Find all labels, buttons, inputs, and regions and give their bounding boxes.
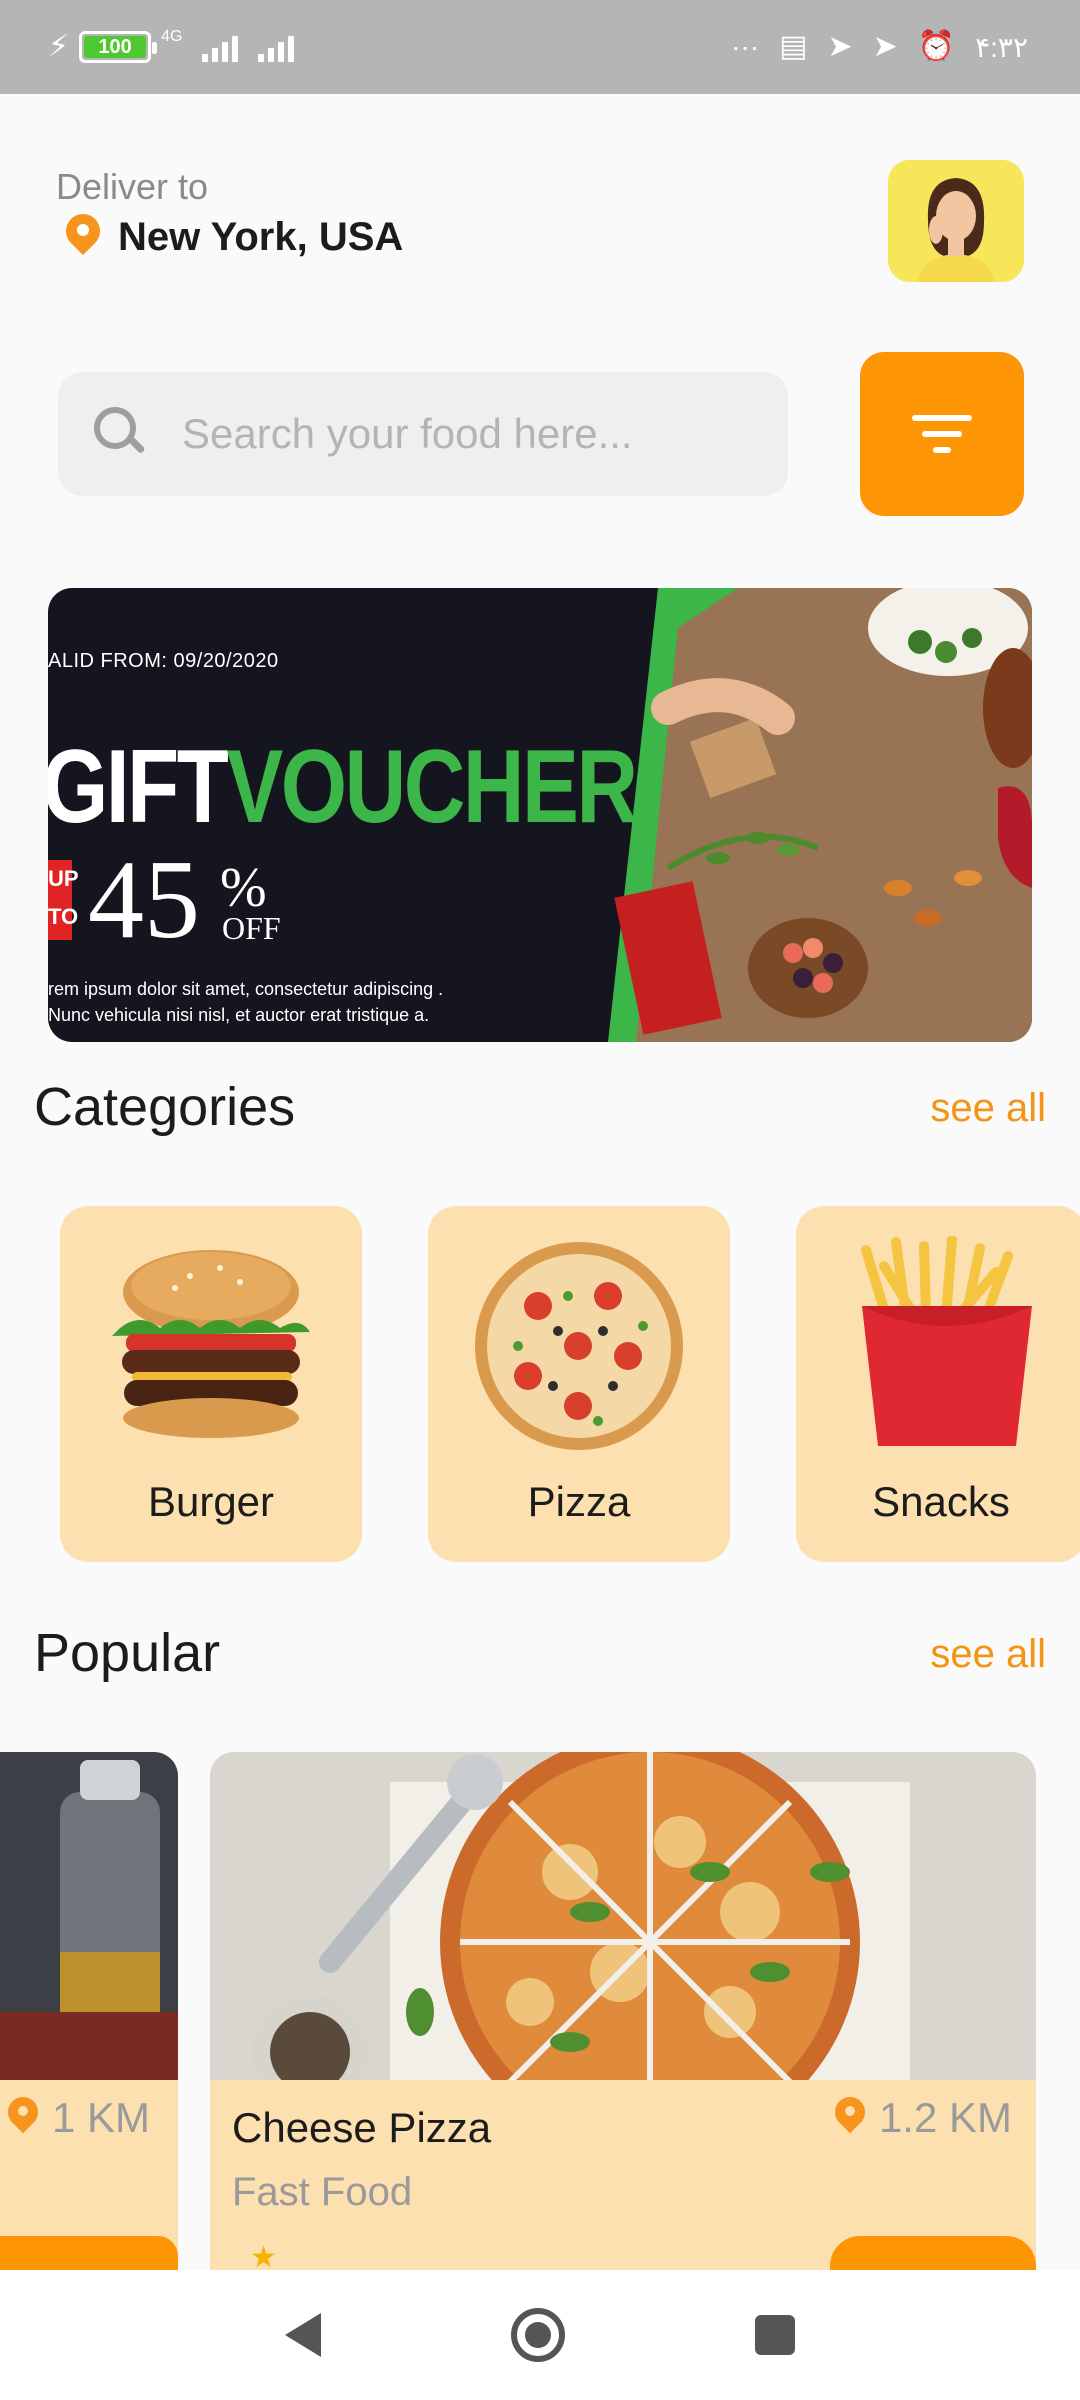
popular-item-name: Cheese Pizza bbox=[232, 2104, 492, 2151]
avatar-image bbox=[888, 160, 1024, 282]
banner-title: GIFTVOUCHER bbox=[48, 728, 638, 847]
categories-title: Categories bbox=[34, 1077, 296, 1137]
location-text: New York, USA bbox=[118, 214, 404, 259]
category-pizza[interactable]: Pizza bbox=[428, 1206, 730, 1562]
charging-icon: ⚡ bbox=[48, 30, 70, 63]
filter-button[interactable] bbox=[860, 352, 1024, 516]
banner-tag: UP TO bbox=[48, 860, 79, 940]
network-type: 4G bbox=[161, 28, 183, 45]
distance-text: 1.2 KM bbox=[878, 2094, 1012, 2141]
search-bar[interactable] bbox=[58, 372, 788, 496]
signal-icon bbox=[202, 32, 239, 62]
alarm-icon: ⏰ bbox=[917, 30, 956, 63]
avatar[interactable] bbox=[888, 160, 1024, 282]
location-selector[interactable]: New York, USA bbox=[66, 214, 403, 260]
category-label: Pizza bbox=[527, 1478, 631, 1525]
banner-discount: 45 bbox=[88, 838, 200, 962]
banner-description: rem ipsum dolor sit amet, consectetur ad… bbox=[48, 979, 444, 1025]
filter-icon bbox=[912, 415, 972, 421]
popular-item[interactable]: 1 KM bbox=[0, 1752, 178, 2272]
category-snacks[interactable]: Snacks bbox=[796, 1206, 1080, 1562]
signal-icon bbox=[258, 32, 295, 62]
cheese-pizza-image bbox=[210, 1752, 1036, 2080]
pin-icon bbox=[8, 2097, 38, 2139]
popular-item-cheese-pizza[interactable]: Cheese Pizza Fast Food 1.2 KM ★ bbox=[210, 1752, 1036, 2272]
category-label: Snacks bbox=[872, 1478, 1010, 1525]
pin-icon bbox=[835, 2097, 865, 2139]
search-icon bbox=[94, 407, 148, 461]
search-input[interactable] bbox=[182, 410, 742, 458]
banner-off: OFF bbox=[222, 910, 281, 946]
category-burger[interactable]: Burger bbox=[60, 1206, 362, 1562]
popular-item-distance: 1 KM bbox=[8, 2094, 150, 2142]
recents-icon[interactable] bbox=[755, 2315, 795, 2355]
popular-item-button[interactable] bbox=[830, 2236, 1036, 2272]
telegram-icon: ➤ bbox=[872, 30, 898, 63]
overflow-icon: ··· bbox=[731, 31, 760, 62]
battery-level: 100 bbox=[98, 35, 132, 58]
clock: ۴:۳۲ bbox=[975, 31, 1028, 63]
popular-item-button[interactable] bbox=[0, 2236, 178, 2272]
status-left: ⚡ 100 4G bbox=[48, 28, 295, 64]
pizza-image bbox=[475, 1242, 683, 1450]
categories-see-all[interactable]: see all bbox=[930, 1086, 1046, 1131]
popular-title: Popular bbox=[34, 1623, 221, 1683]
promo-banner[interactable]: ALID FROM: 09/20/2020 GIFTVOUCHER UP TO … bbox=[48, 588, 1032, 1042]
banner-title-gift: GIFT bbox=[48, 729, 229, 845]
burger-image bbox=[112, 1250, 310, 1438]
snacks-image bbox=[861, 1236, 1032, 1446]
deliver-label: Deliver to bbox=[56, 166, 209, 207]
system-nav-bar bbox=[0, 2270, 1080, 2400]
banner-title-voucher: VOUCHER bbox=[226, 729, 638, 845]
star-icon: ★ bbox=[250, 2241, 277, 2272]
battery-icon: 100 bbox=[79, 31, 158, 63]
banner-valid-date: ALID FROM: 09/20/2020 bbox=[48, 650, 279, 672]
popular-item-image bbox=[0, 1752, 178, 2080]
banner-food-image bbox=[608, 588, 1032, 1042]
status-bar: ⚡ 100 4G ··· ▤ ➤ ➤ ⏰ ۴:۳۲ bbox=[0, 0, 1080, 94]
pin-icon bbox=[66, 214, 100, 260]
home-icon[interactable] bbox=[511, 2308, 565, 2362]
telegram-icon: ➤ bbox=[827, 30, 853, 63]
category-label: Burger bbox=[147, 1478, 275, 1525]
distance-text: 1 KM bbox=[52, 2094, 151, 2141]
popular-item-distance: 1.2 KM bbox=[835, 2094, 1012, 2142]
back-icon[interactable] bbox=[285, 2313, 321, 2357]
status-right: ··· ▤ ➤ ➤ ⏰ ۴:۳۲ bbox=[731, 30, 1028, 64]
popular-item-type: Fast Food bbox=[232, 2170, 413, 2214]
message-icon: ▤ bbox=[779, 30, 808, 63]
popular-see-all[interactable]: see all bbox=[930, 1632, 1046, 1677]
